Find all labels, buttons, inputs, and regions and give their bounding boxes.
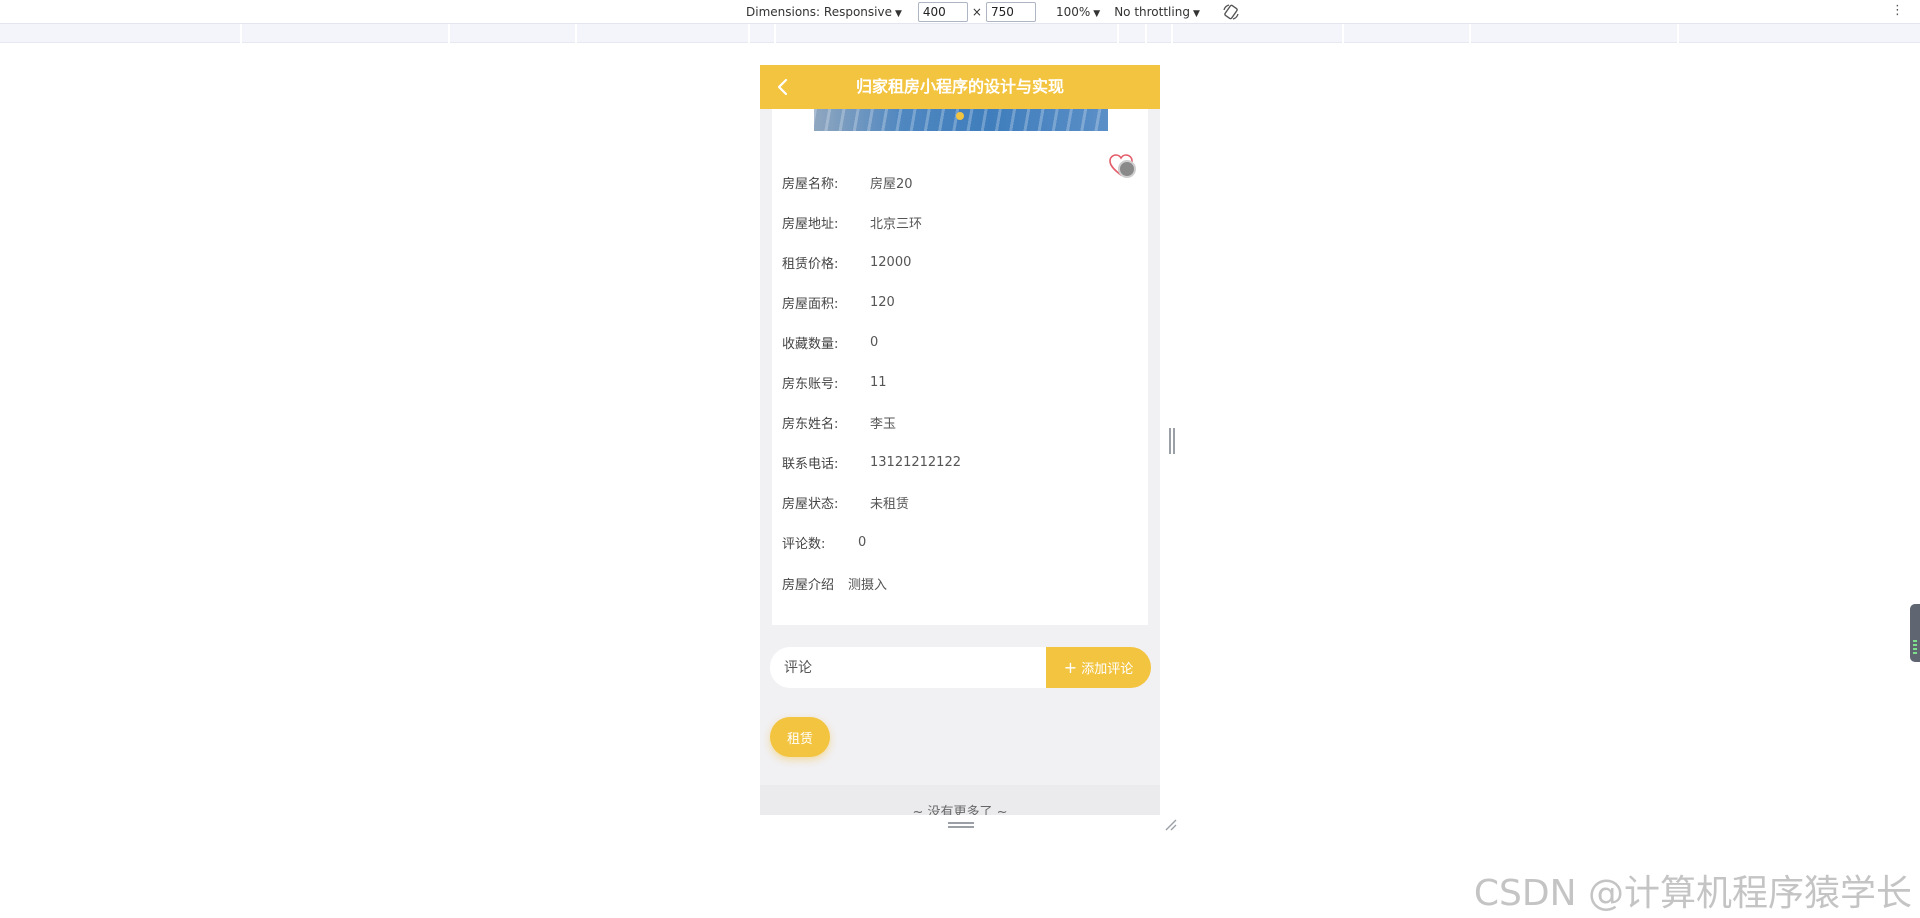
field-favorite-count: 收藏数量: 0 — [782, 331, 878, 353]
add-comment-button[interactable]: + 添加评论 — [1046, 647, 1151, 688]
field-label: 评论数: — [782, 536, 826, 552]
field-rent-price: 租赁价格: 12000 — [782, 251, 911, 273]
field-house-area: 房屋面积: 120 — [782, 291, 895, 313]
no-more-text: ~ 没有更多了 ~ — [912, 805, 1008, 815]
ruler-segment[interactable] — [1471, 24, 1679, 43]
house-detail-card: 房屋名称: 房屋20 房屋地址: 北京三环 租赁价格: 12000 房屋面积: … — [772, 109, 1148, 625]
field-value: 11 — [870, 374, 887, 390]
field-value: 120 — [870, 294, 895, 310]
caret-down-icon: ▼ — [1192, 9, 1200, 19]
comment-input[interactable] — [770, 647, 1050, 688]
detail-scroll-area[interactable]: 房屋名称: 房屋20 房屋地址: 北京三环 租赁价格: 12000 房屋面积: … — [760, 109, 1160, 775]
favorite-heart-icon[interactable] — [1107, 151, 1139, 183]
app-header: 归家租房小程序的设计与实现 — [760, 65, 1160, 109]
field-value: 李玉 — [870, 416, 897, 432]
field-label: 房屋名称: — [782, 176, 839, 192]
ruler-segment[interactable] — [450, 24, 577, 43]
house-image-carousel[interactable] — [814, 109, 1108, 131]
devtools-device-toolbar: Dimensions: Responsive▼ × 100%▼ No throt… — [0, 0, 1920, 24]
field-label: 收藏数量: — [782, 336, 839, 352]
media-query-ruler[interactable] — [0, 24, 1920, 43]
viewport-width-input[interactable] — [917, 2, 968, 22]
field-label: 联系电话: — [782, 456, 839, 472]
ruler-segment[interactable] — [577, 24, 750, 43]
field-landlord-account: 房东账号: 11 — [782, 371, 887, 393]
ruler-segment[interactable] — [1119, 24, 1147, 43]
field-label: 租赁价格: — [782, 256, 839, 272]
field-value: 北京三环 — [870, 216, 923, 232]
resize-handle-right[interactable] — [1169, 428, 1175, 454]
field-value: 未租赁 — [870, 496, 910, 512]
carousel-indicator-dot[interactable] — [956, 112, 964, 120]
ruler-segment[interactable] — [750, 24, 776, 43]
page-title: 归家租房小程序的设计与实现 — [855, 77, 1064, 96]
field-house-intro: 房屋介绍 测摄入 — [782, 572, 887, 594]
viewport-height-input[interactable] — [985, 2, 1036, 22]
ruler-segment[interactable] — [1173, 24, 1344, 43]
field-label: 房东账号: — [782, 376, 839, 392]
dimensions-label: Dimensions: Responsive — [746, 5, 892, 19]
caret-down-icon: ▼ — [1093, 9, 1101, 19]
ruler-segment[interactable] — [776, 24, 1119, 43]
zoom-label: 100% — [1055, 5, 1091, 19]
device-viewport: 归家租房小程序的设计与实现 房屋名称: 房屋20 房屋地址: 北京三环 租赁价格… — [760, 65, 1160, 815]
caret-down-icon: ▼ — [894, 9, 902, 19]
field-value: 12000 — [870, 254, 912, 270]
field-value: 0 — [858, 534, 867, 550]
ruler-segment[interactable] — [1679, 24, 1920, 43]
field-value: 测摄入 — [848, 577, 888, 593]
add-comment-label: 添加评论 — [1081, 662, 1134, 677]
more-options-icon[interactable]: ⋮ — [1891, 3, 1904, 18]
ruler-segment[interactable] — [0, 24, 242, 43]
field-value: 0 — [870, 334, 879, 350]
grip-icon — [1913, 640, 1917, 656]
ruler-segment[interactable] — [242, 24, 450, 43]
field-house-name: 房屋名称: 房屋20 — [782, 171, 913, 193]
throttling-label: No throttling — [1114, 5, 1190, 19]
side-panel-tab[interactable] — [1910, 604, 1920, 662]
field-value: 13121212122 — [870, 454, 961, 470]
rent-button[interactable]: 租赁 — [770, 717, 830, 757]
zoom-dropdown[interactable]: 100% ▼ — [1056, 5, 1100, 19]
field-value: 房屋20 — [870, 176, 913, 192]
field-label: 房东姓名: — [782, 416, 839, 432]
plus-icon: + — [1063, 658, 1078, 677]
dimensions-dropdown[interactable]: Dimensions: Responsive ▼ — [746, 5, 902, 19]
field-label: 房屋地址: — [782, 216, 839, 232]
field-house-status: 房屋状态: 未租赁 — [782, 491, 909, 513]
comment-bar: + 添加评论 — [770, 647, 1151, 688]
field-label: 房屋面积: — [782, 296, 839, 312]
resize-corner-icon[interactable] — [1163, 817, 1177, 831]
devtools-controls: Dimensions: Responsive▼ × 100%▼ No throt… — [746, 2, 1240, 22]
watermark: CSDN @计算机程序猿学长 — [1473, 873, 1912, 914]
field-contact-phone: 联系电话: 13121212122 — [782, 451, 961, 473]
rotate-icon[interactable] — [1222, 3, 1240, 21]
field-landlord-name: 房东姓名: 李玉 — [782, 411, 896, 433]
ruler-segment[interactable] — [1147, 24, 1173, 43]
field-comment-count: 评论数: 0 — [782, 531, 866, 553]
field-label: 房屋状态: — [782, 496, 839, 512]
ruler-segment[interactable] — [1344, 24, 1471, 43]
field-house-address: 房屋地址: 北京三环 — [782, 211, 922, 233]
field-label: 房屋介绍 — [782, 577, 835, 593]
dimension-separator: × — [971, 5, 982, 19]
resize-handle-bottom[interactable] — [948, 822, 974, 828]
throttling-dropdown[interactable]: No throttling ▼ — [1114, 5, 1200, 19]
